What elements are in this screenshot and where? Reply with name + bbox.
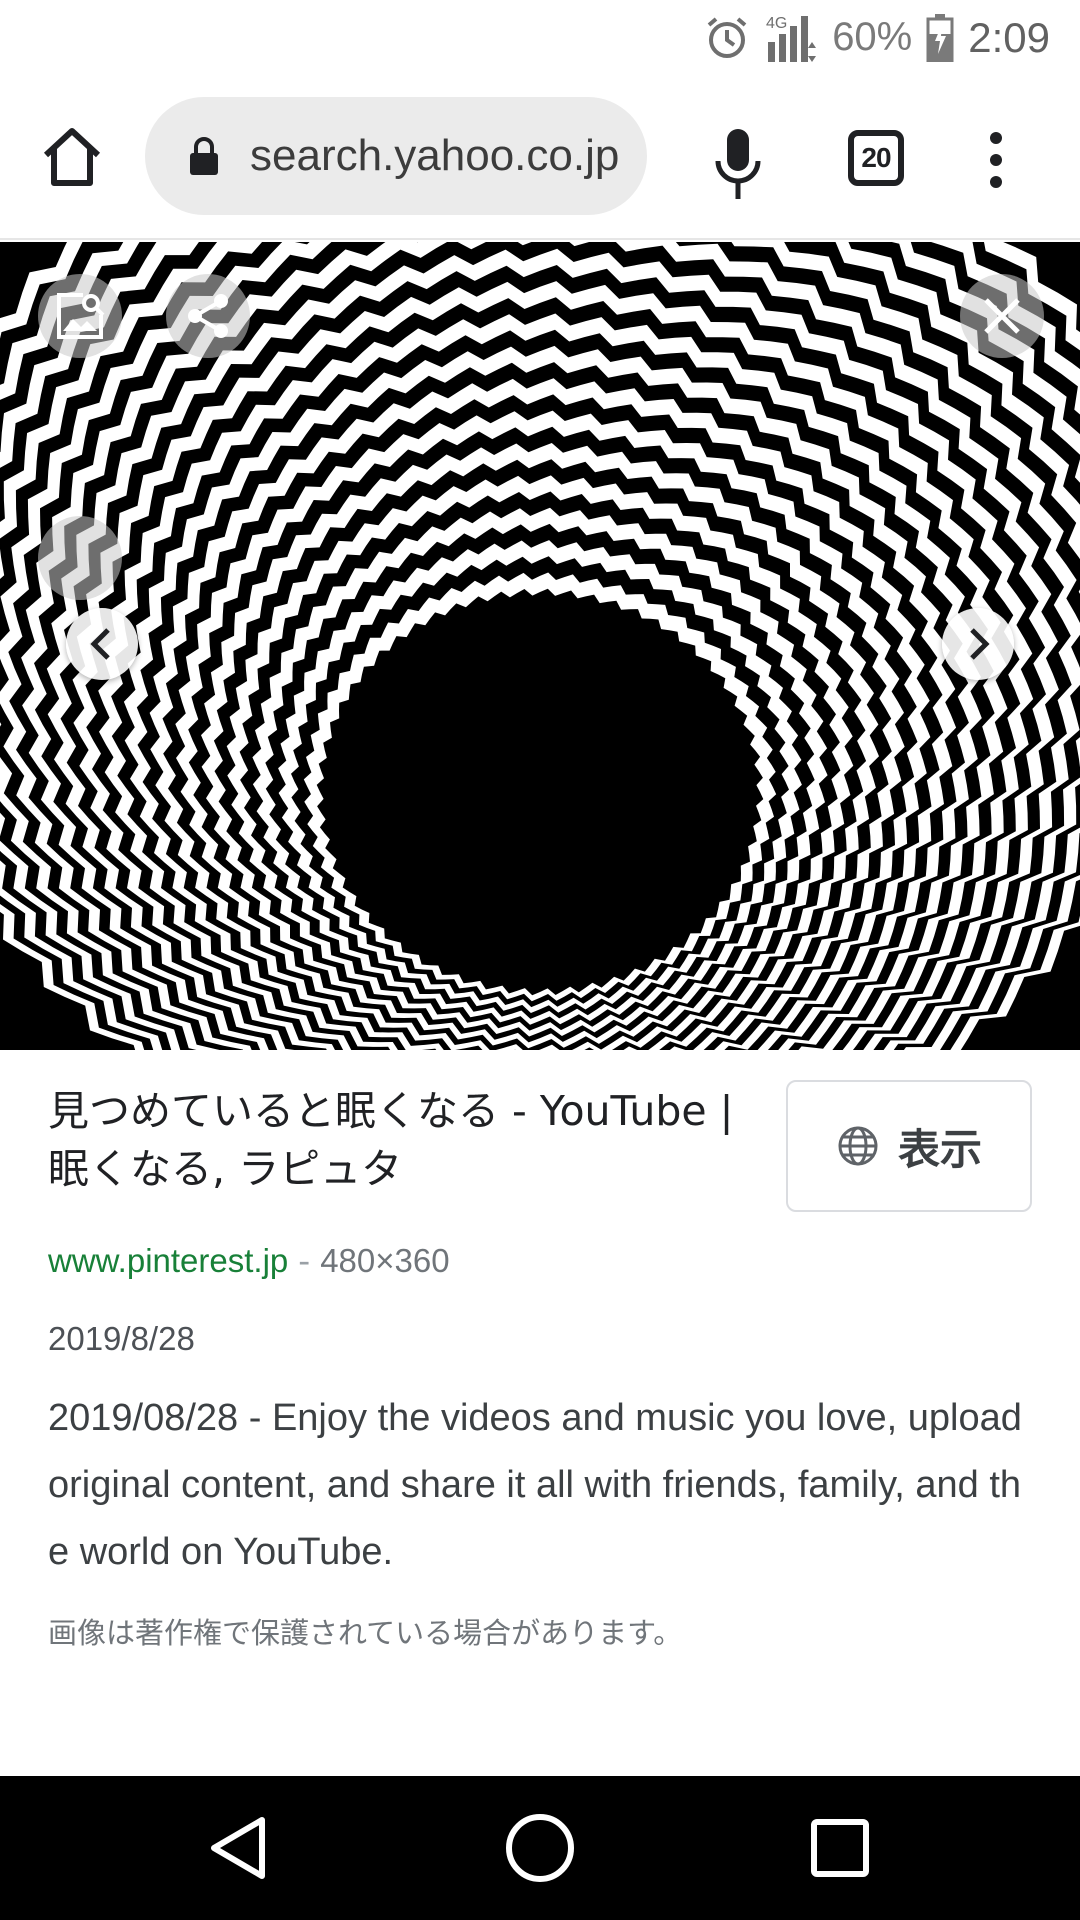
mic-icon[interactable] — [710, 125, 766, 205]
system-nav-bar — [0, 1776, 1080, 1920]
copyright-notice: 画像は著作権で保護されている場合があります。 — [48, 1616, 683, 1650]
browser-toolbar: search.yahoo.co.jp 20 — [0, 75, 1080, 240]
image-viewer — [0, 242, 1080, 1050]
tab-count: 20 — [861, 142, 891, 173]
separator: - — [298, 1241, 311, 1280]
home-circle-icon[interactable] — [504, 1812, 576, 1884]
image-search-button-bg[interactable] — [38, 274, 122, 358]
battery-icon — [926, 13, 954, 62]
source-line: www.pinterest.jp -480×360 — [48, 1238, 450, 1284]
image-dimensions: 480×360 — [320, 1242, 450, 1279]
svg-text:4G: 4G — [766, 15, 787, 32]
back-icon[interactable] — [204, 1812, 276, 1884]
tabs-button[interactable]: 20 — [848, 130, 904, 186]
recents-icon[interactable] — [804, 1812, 876, 1884]
view-button-label: 表示 — [897, 1124, 982, 1174]
image-search-button[interactable] — [38, 516, 122, 600]
alarm-icon — [707, 16, 747, 58]
address-bar[interactable]: search.yahoo.co.jp — [145, 97, 647, 215]
globe-icon — [838, 1126, 878, 1166]
source-domain-link[interactable]: www.pinterest.jp — [48, 1242, 288, 1279]
image-search-icon — [57, 293, 105, 339]
status-bar: 4G 60% 2:09 — [0, 0, 1080, 75]
clock: 2:09 — [968, 13, 1050, 61]
close-button[interactable] — [960, 274, 1044, 358]
share-icon — [188, 294, 228, 338]
result-title[interactable]: 見つめていると眠くなる - YouTube | 眠くなる, ラピュタ — [48, 1082, 748, 1198]
result-date: 2019/8/28 — [48, 1320, 195, 1357]
share-button[interactable] — [166, 274, 250, 358]
battery-percent: 60% — [832, 15, 913, 59]
more-vert-icon[interactable] — [986, 130, 1006, 190]
result-description: 2019/08/28 - Enjoy the videos and music … — [48, 1397, 1022, 1573]
previous-image-button[interactable] — [66, 608, 138, 680]
url-text[interactable]: search.yahoo.co.jp — [250, 123, 630, 189]
close-icon — [984, 298, 1020, 334]
chevron-right-icon — [970, 628, 990, 660]
view-button[interactable]: 表示 — [786, 1080, 1032, 1212]
image-details: 見つめていると眠くなる - YouTube | 眠くなる, ラピュタ 表示 ww… — [0, 1050, 1080, 1775]
lock-icon — [190, 137, 218, 175]
chevron-left-icon — [90, 628, 110, 660]
home-icon[interactable] — [40, 125, 104, 189]
signal-icon: 4G — [766, 15, 817, 62]
next-image-button[interactable] — [942, 608, 1014, 680]
preview-image[interactable] — [0, 242, 1080, 1050]
